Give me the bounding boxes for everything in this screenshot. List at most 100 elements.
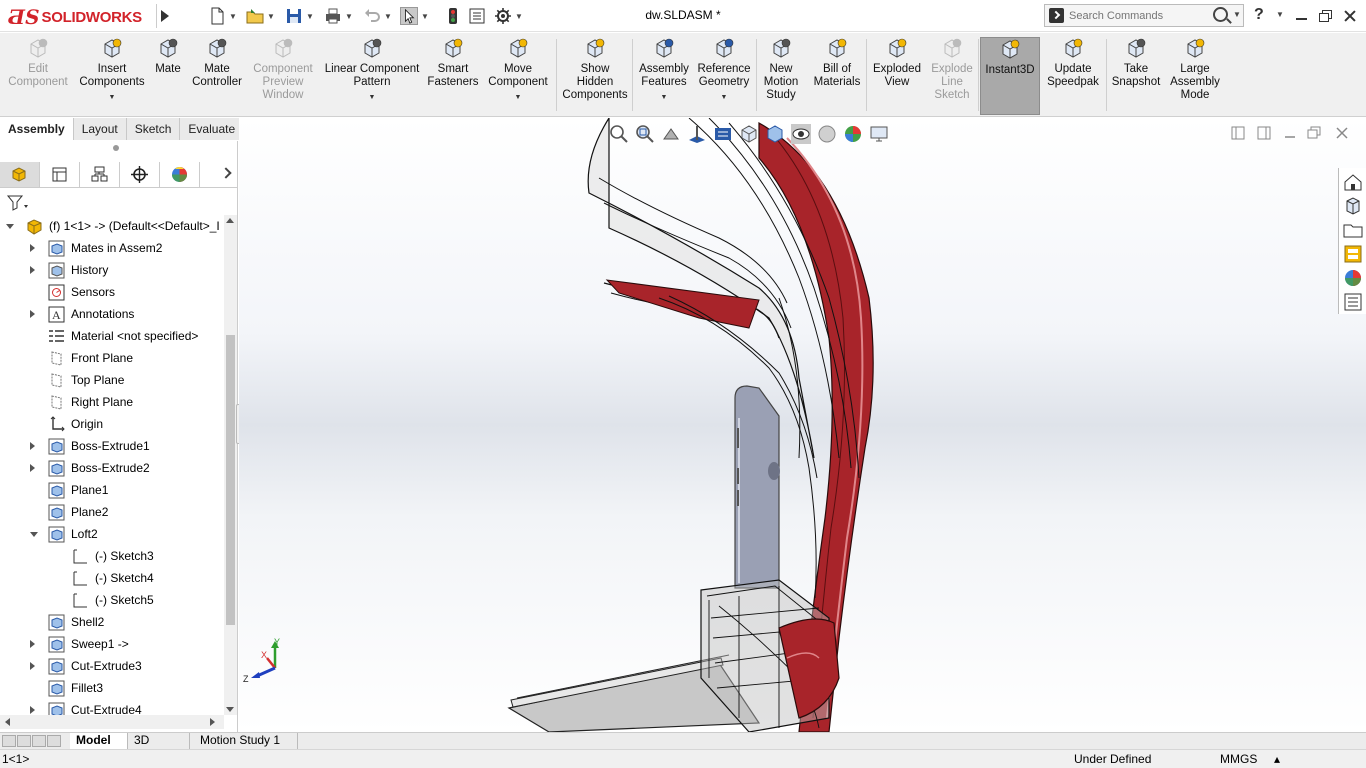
edit-component-button[interactable]: Edit Component bbox=[4, 37, 72, 115]
scroll-thumb[interactable] bbox=[226, 335, 235, 625]
expand-arrow-icon[interactable] bbox=[30, 640, 35, 648]
solidworks-resources-icon[interactable] bbox=[1343, 172, 1363, 192]
bottom-tab-3d-views[interactable]: 3D Views bbox=[128, 733, 190, 762]
search-input[interactable] bbox=[1069, 7, 1209, 24]
tree-item[interactable]: Shell2 bbox=[0, 611, 224, 633]
scroll-up-icon[interactable] bbox=[226, 218, 234, 223]
file-explorer-icon[interactable] bbox=[1343, 220, 1363, 240]
command-dropdown-icon[interactable]: ▼ bbox=[484, 91, 552, 104]
dynamic-annotation-icon[interactable] bbox=[713, 124, 733, 144]
explode-line-sketch-button[interactable]: Explode Line Sketch bbox=[926, 37, 978, 115]
expand-arrow-icon[interactable] bbox=[30, 464, 35, 472]
section-view-icon[interactable] bbox=[687, 124, 707, 144]
tree-item[interactable]: Cut-Extrude4 bbox=[0, 699, 224, 715]
search-icon[interactable] bbox=[1213, 7, 1228, 22]
minimize-window-button[interactable] bbox=[1292, 6, 1312, 26]
viewport-minimize-icon[interactable] bbox=[1283, 126, 1297, 140]
linear-component-pattern-button[interactable]: Linear Component Pattern ▼ bbox=[320, 37, 424, 115]
tree-item[interactable]: Sensors bbox=[0, 281, 224, 303]
take-snapshot-button[interactable]: Take Snapshot bbox=[1108, 37, 1164, 115]
restore-window-button[interactable] bbox=[1316, 6, 1336, 26]
model-viewport-canvas[interactable] bbox=[239, 118, 1366, 732]
view-orientation-icon[interactable] bbox=[739, 124, 759, 144]
tree-item[interactable]: (f) 1<1> -> (Default<<Default>_I bbox=[0, 215, 224, 237]
display-style-icon[interactable] bbox=[765, 124, 785, 144]
tab-scroll-arrows[interactable] bbox=[2, 735, 64, 747]
tree-item[interactable]: Origin bbox=[0, 413, 224, 435]
zoom-to-area-icon[interactable] bbox=[635, 124, 655, 144]
status-units[interactable]: MMGS bbox=[1220, 752, 1257, 766]
view-palette-icon[interactable] bbox=[1343, 244, 1363, 264]
tree-item[interactable]: Cut-Extrude3 bbox=[0, 655, 224, 677]
graphics-area[interactable]: Y X Z bbox=[239, 118, 1366, 732]
component-preview-window-button[interactable]: Component Preview Window bbox=[248, 37, 318, 115]
tree-item[interactable]: History bbox=[0, 259, 224, 281]
command-dropdown-icon[interactable]: ▼ bbox=[636, 91, 692, 104]
tree-item[interactable]: Right Plane bbox=[0, 391, 224, 413]
custom-properties-icon[interactable] bbox=[1343, 292, 1363, 312]
tree-item[interactable]: Plane2 bbox=[0, 501, 224, 523]
dimxpert-manager-tab[interactable] bbox=[120, 162, 160, 187]
collapse-arrow-icon[interactable] bbox=[30, 532, 38, 537]
tree-item[interactable]: (-) Sketch4 bbox=[0, 567, 224, 589]
instant3d-button[interactable]: Instant3D bbox=[980, 37, 1040, 115]
expand-arrow-icon[interactable] bbox=[30, 244, 35, 252]
tree-item[interactable]: Top Plane bbox=[0, 369, 224, 391]
tree-item[interactable]: (-) Sketch5 bbox=[0, 589, 224, 611]
tab-sketch[interactable]: Sketch bbox=[127, 118, 181, 140]
hide-show-items-icon[interactable] bbox=[791, 124, 811, 144]
tab-layout[interactable]: Layout bbox=[74, 118, 127, 140]
apply-scene-icon[interactable] bbox=[843, 124, 863, 144]
appearances-scenes-icon[interactable] bbox=[1343, 268, 1363, 288]
assembly-features-button[interactable]: Assembly Features ▼ bbox=[636, 37, 692, 115]
bottom-tab-model[interactable]: Model bbox=[70, 733, 128, 749]
expand-arrow-icon[interactable] bbox=[30, 310, 35, 318]
mate-controller-button[interactable]: Mate Controller bbox=[188, 37, 246, 115]
tree-item[interactable]: Material <not specified> bbox=[0, 325, 224, 347]
expand-arrow-icon[interactable] bbox=[30, 442, 35, 450]
collapse-arrow-icon[interactable] bbox=[6, 224, 14, 229]
tree-item[interactable]: Fillet3 bbox=[0, 677, 224, 699]
tree-item[interactable]: Boss-Extrude2 bbox=[0, 457, 224, 479]
edit-appearance-icon[interactable] bbox=[817, 124, 837, 144]
tree-item[interactable]: (-) Sketch3 bbox=[0, 545, 224, 567]
viewport-restore-icon[interactable] bbox=[1307, 126, 1321, 140]
expand-arrow-icon[interactable] bbox=[30, 662, 35, 670]
tree-horizontal-scrollbar[interactable] bbox=[0, 715, 224, 729]
help-dropdown-icon[interactable]: ▼ bbox=[1276, 10, 1284, 19]
scroll-down-icon[interactable] bbox=[226, 707, 234, 712]
smart-fasteners-button[interactable]: Smart Fasteners bbox=[426, 37, 480, 115]
tree-item[interactable]: Front Plane bbox=[0, 347, 224, 369]
insert-components-button[interactable]: Insert Components ▼ bbox=[76, 37, 148, 115]
display-manager-tab[interactable] bbox=[160, 162, 200, 187]
units-dropdown-icon[interactable]: ▴ bbox=[1274, 752, 1280, 766]
bottom-tab-motion-study-1[interactable]: Motion Study 1 bbox=[194, 733, 298, 749]
tab-assembly[interactable]: Assembly bbox=[0, 118, 74, 140]
zoom-to-fit-icon[interactable] bbox=[609, 124, 629, 144]
scroll-left-icon[interactable] bbox=[5, 718, 10, 726]
tree-item[interactable]: Loft2 bbox=[0, 523, 224, 545]
large-assembly-mode-button[interactable]: Large Assembly Mode bbox=[1166, 37, 1224, 115]
tree-item[interactable]: A Annotations bbox=[0, 303, 224, 325]
tree-item[interactable]: Plane1 bbox=[0, 479, 224, 501]
bill-of-materials-button[interactable]: Bill of Materials bbox=[810, 37, 864, 115]
expand-arrow-icon[interactable] bbox=[30, 266, 35, 274]
filter-icon[interactable] bbox=[6, 194, 30, 212]
command-dropdown-icon[interactable]: ▼ bbox=[696, 91, 752, 104]
close-window-button[interactable] bbox=[1340, 6, 1360, 26]
search-commands-box[interactable]: ▼ bbox=[1044, 4, 1244, 27]
show-hidden-components-button[interactable]: Show Hidden Components bbox=[558, 37, 632, 115]
design-library-icon[interactable] bbox=[1343, 196, 1363, 216]
viewport-tile-left-icon[interactable] bbox=[1231, 126, 1245, 140]
tree-item[interactable]: Mates in Assem2 bbox=[0, 237, 224, 259]
update-speedpak-button[interactable]: Update Speedpak bbox=[1044, 37, 1102, 115]
previous-view-icon[interactable] bbox=[661, 124, 681, 144]
new-motion-study-button[interactable]: New Motion Study bbox=[758, 37, 804, 115]
property-manager-tab[interactable] bbox=[40, 162, 80, 187]
search-dropdown-icon[interactable]: ▼ bbox=[1233, 10, 1241, 19]
reference-geometry-button[interactable]: Reference Geometry ▼ bbox=[696, 37, 752, 115]
mate-button[interactable]: Mate bbox=[150, 37, 186, 115]
tree-item[interactable]: Boss-Extrude1 bbox=[0, 435, 224, 457]
move-component-button[interactable]: Move Component ▼ bbox=[484, 37, 552, 115]
tree-vertical-scrollbar[interactable] bbox=[224, 215, 237, 715]
